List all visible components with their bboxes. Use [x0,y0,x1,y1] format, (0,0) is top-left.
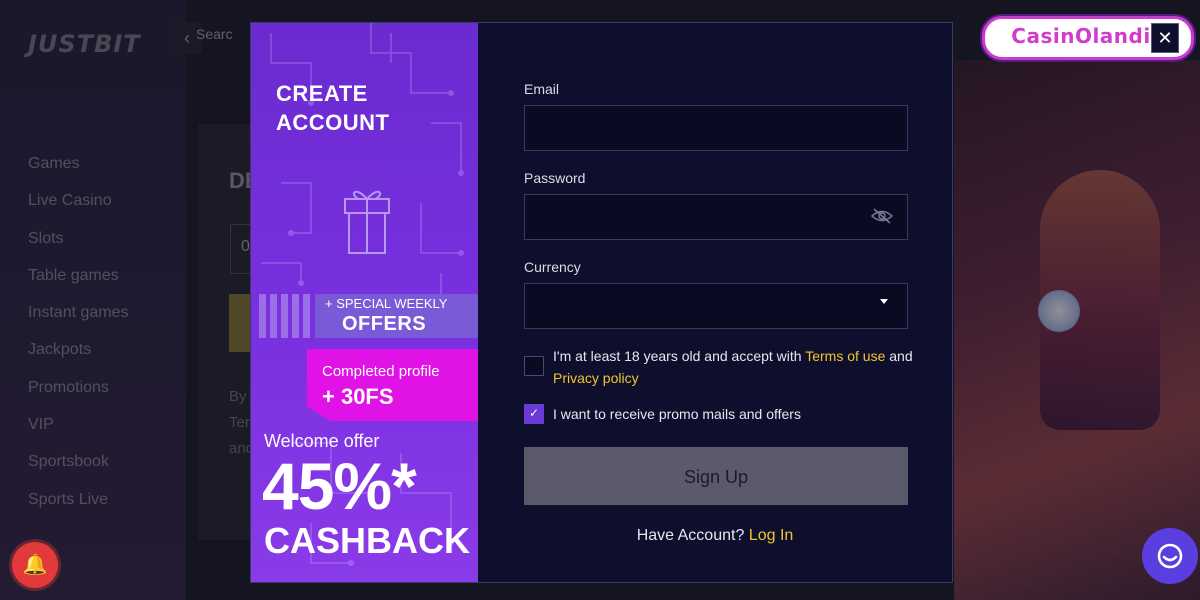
email-label: Email [524,81,560,97]
have-account-row: Have Account? Log In [478,527,952,545]
terms-text: I'm at least 18 years old and accept wit… [553,345,913,389]
banner-stripes [259,294,313,338]
close-icon: ✕ [1157,28,1173,48]
promo-mails-checkbox[interactable] [524,404,544,424]
terms-text-prefix: I'm at least 18 years old and accept wit… [553,348,806,364]
weekly-offers-label: + SPECIAL WEEKLY [325,296,448,311]
chat-button[interactable] [1142,528,1198,584]
close-button[interactable]: ✕ [1151,23,1179,53]
bell-icon: 🔔 [22,554,48,576]
email-field[interactable] [524,105,908,151]
terms-text-and: and [885,348,913,364]
chat-icon [1157,543,1183,569]
currency-select[interactable] [524,283,908,329]
create-account-modal: CREATE ACCOUNT + SPECIAL WEEKLY OFFERS C… [250,22,1179,583]
promo-mails-label: I want to receive promo mails and offers [553,406,801,422]
cashback-title: CASHBACK [264,520,470,561]
gift-icon [344,190,390,254]
have-account-text: Have Account? [636,527,749,544]
password-field[interactable] [524,194,908,240]
currency-label: Currency [524,259,581,275]
sign-up-button[interactable]: Sign Up [524,447,908,505]
log-in-link[interactable]: Log In [749,527,793,544]
signup-form: Email Password Currency I'm at least 18 … [478,23,1179,582]
weekly-offers-title: OFFERS [342,313,427,335]
terms-of-use-link[interactable]: Terms of use [805,348,885,364]
promo-panel: CREATE ACCOUNT + SPECIAL WEEKLY OFFERS C… [251,23,478,582]
privacy-policy-link[interactable]: Privacy policy [553,370,639,386]
terms-checkbox[interactable] [524,356,544,376]
profile-bonus-label: Completed profile [322,363,440,380]
promo-title-line: CREATE [276,81,368,106]
notification-bell-button[interactable]: 🔔 [12,542,58,588]
promo-title-line: ACCOUNT [276,110,390,135]
promo-title: CREATE ACCOUNT [276,79,390,137]
password-label: Password [524,170,586,186]
brand-watermark-text: CasinOlandia [1011,24,1165,48]
caret-down-icon [880,299,888,304]
eye-slash-icon[interactable] [870,207,894,225]
cashback-percent: 45%* [262,449,417,523]
profile-bonus-value: + 30FS [322,384,394,409]
